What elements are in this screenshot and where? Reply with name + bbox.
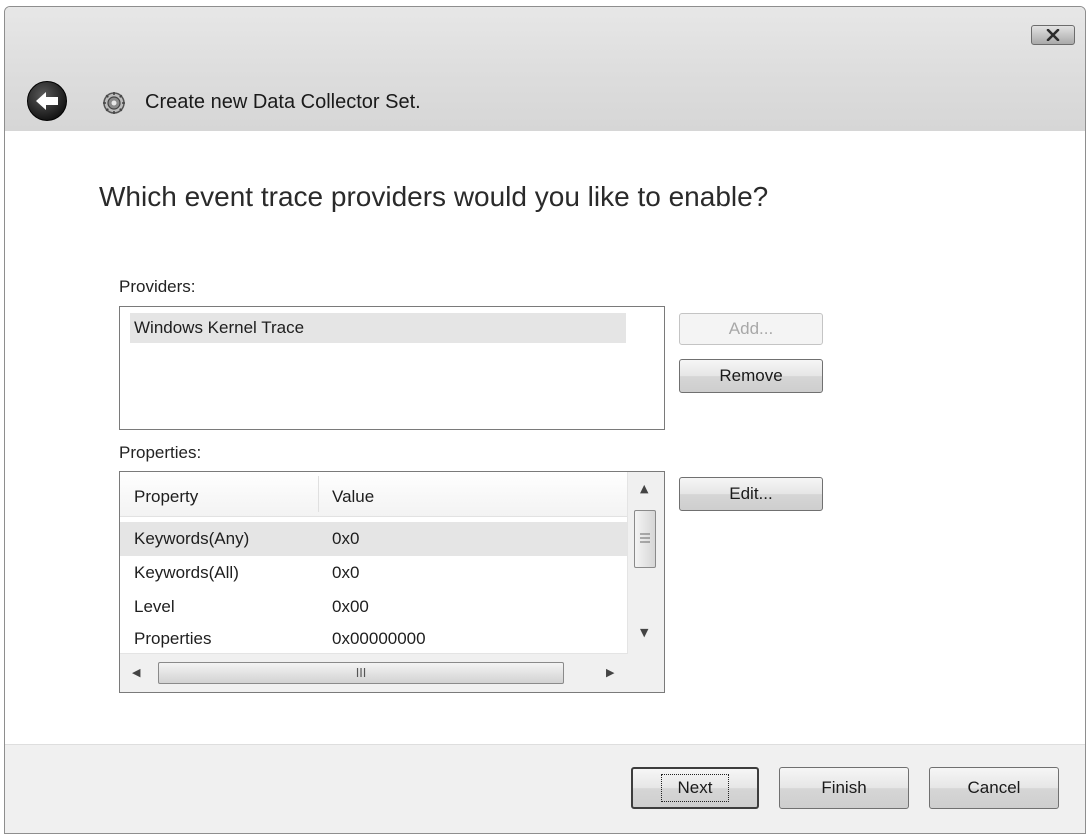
scrollbar-corner [628, 654, 664, 692]
provider-item[interactable]: Windows Kernel Trace [130, 313, 626, 343]
grip-icon [640, 533, 650, 543]
value-cell: 0x00 [332, 597, 369, 616]
cancel-button[interactable]: Cancel [929, 767, 1059, 809]
vertical-scroll-thumb[interactable] [634, 510, 656, 568]
finish-button[interactable]: Finish [779, 767, 909, 809]
scroll-right-icon[interactable]: ▶ [606, 666, 614, 679]
column-header-property[interactable]: Property [134, 472, 198, 516]
table-row[interactable]: Keywords(All) 0x0 [120, 556, 628, 590]
scroll-down-icon[interactable]: ▼ [640, 626, 648, 639]
back-arrow-icon [36, 92, 58, 110]
property-cell: Keywords(All) [134, 563, 239, 582]
value-cell: 0x0 [332, 529, 360, 548]
properties-label: Properties: [119, 443, 202, 462]
close-button[interactable] [1031, 25, 1075, 45]
grip-icon: III [355, 666, 367, 680]
back-button[interactable] [27, 81, 67, 121]
remove-provider-button[interactable]: Remove [679, 359, 823, 393]
edit-property-button[interactable]: Edit... [679, 477, 823, 511]
column-divider[interactable] [318, 476, 319, 512]
window-title: Create new Data Collector Set. [145, 91, 421, 113]
next-button-label: Next [660, 774, 730, 802]
properties-table[interactable]: Property Value Keywords(Any) 0x0 Keyword… [119, 471, 665, 693]
add-provider-button[interactable]: Add... [679, 313, 823, 345]
property-cell: Level [134, 597, 175, 616]
page-heading: Which event trace providers would you li… [99, 181, 769, 212]
horizontal-scrollbar[interactable]: ◀ III ▶ [120, 653, 628, 692]
gear-icon [102, 91, 126, 115]
scroll-up-icon[interactable]: ▲ [640, 482, 648, 495]
vertical-scrollbar[interactable]: ▲ ▼ [627, 472, 664, 654]
table-row[interactable]: Properties 0x00000000 [120, 622, 628, 656]
close-icon [1046, 29, 1060, 41]
wizard-content: Which event trace providers would you li… [5, 131, 1085, 747]
horizontal-scroll-thumb[interactable]: III [158, 662, 564, 684]
column-header-value[interactable]: Value [332, 472, 374, 516]
value-cell: 0x0 [332, 563, 360, 582]
providers-label: Providers: [119, 277, 196, 296]
table-row[interactable]: Keywords(Any) 0x0 [120, 522, 628, 556]
scroll-left-icon[interactable]: ◀ [132, 666, 140, 679]
title-bar: Create new Data Collector Set. [5, 7, 1085, 131]
providers-list[interactable]: Windows Kernel Trace [119, 306, 665, 430]
property-cell: Properties [134, 629, 212, 648]
wizard-window: Create new Data Collector Set. Which eve… [4, 6, 1086, 834]
wizard-footer: Next Finish Cancel [5, 744, 1085, 833]
value-cell: 0x00000000 [332, 629, 426, 648]
table-row[interactable]: Level 0x00 [120, 590, 628, 624]
property-cell: Keywords(Any) [134, 529, 250, 548]
next-button[interactable]: Next [631, 767, 759, 809]
